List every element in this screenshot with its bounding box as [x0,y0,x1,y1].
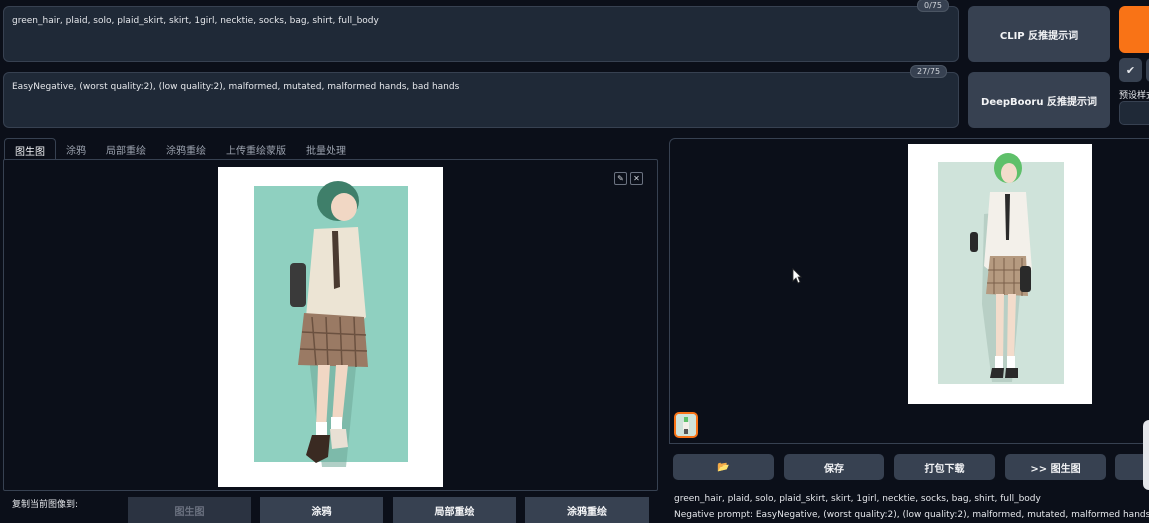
positive-prompt-input[interactable]: green_hair, plaid, solo, plaid_skirt, sk… [3,6,959,62]
tab-inpaint-sketch[interactable]: 涂鸦重绘 [156,138,216,160]
generation-info-prompt: green_hair, plaid, solo, plaid_skirt, sk… [674,494,1041,504]
copy-to-sketch-button[interactable]: 涂鸦 [260,497,383,523]
positive-token-counter: 0/75 [917,0,949,12]
img2img-tabs: 图生图 涂鸦 局部重绘 涂鸦重绘 上传重绘蒙版 批量处理 [4,138,356,160]
tab-img2img[interactable]: 图生图 [4,138,56,160]
output-illustration [938,153,1064,384]
scroll-edge [1143,420,1149,490]
negative-token-counter: 27/75 [910,65,948,78]
generate-button[interactable] [1119,6,1149,53]
positive-prompt-text: green_hair, plaid, solo, plaid_skirt, sk… [12,16,379,26]
mouse-cursor [792,268,802,284]
tab-sketch[interactable]: 涂鸦 [56,138,96,160]
apply-style-button[interactable]: ✔ [1119,58,1142,82]
folder-icon: 📂 [717,461,730,473]
close-icon: ✕ [633,174,640,183]
pencil-icon: ✎ [617,174,624,183]
gallery-thumbnail[interactable] [674,412,698,438]
cursor-icon [792,268,802,284]
styles-select[interactable] [1119,101,1149,125]
deepbooru-interrogate-button[interactable]: DeepBooru 反推提示词 [968,72,1110,128]
edit-image-button[interactable]: ✎ [614,172,627,185]
copy-to-inpaint-button[interactable]: 局部重绘 [393,497,516,523]
check-icon: ✔ [1125,63,1136,77]
copy-to-inpaint-sketch-button[interactable]: 涂鸦重绘 [525,497,649,523]
send-to-img2img-button[interactable]: >> 图生图 [1005,454,1106,480]
tab-inpaint[interactable]: 局部重绘 [96,138,156,160]
input-illustration [254,181,408,467]
negative-prompt-text: EasyNegative, (worst quality:2), (low qu… [12,82,460,92]
copy-to-img2img-button[interactable]: 图生图 [128,497,251,523]
output-image[interactable] [908,144,1092,404]
thumbnail-illustration [676,414,696,436]
clip-interrogate-button[interactable]: CLIP 反推提示词 [968,6,1110,62]
tab-inpaint-upload[interactable]: 上传重绘蒙版 [216,138,296,160]
copy-to-label: 复制当前图像到: [12,500,79,510]
open-folder-button[interactable]: 📂 [673,454,774,480]
clear-image-button[interactable]: ✕ [630,172,643,185]
zip-download-button[interactable]: 打包下载 [894,454,995,480]
tab-batch[interactable]: 批量处理 [296,138,356,160]
save-button[interactable]: 保存 [784,454,884,480]
input-image [218,167,443,487]
negative-prompt-input[interactable]: EasyNegative, (worst quality:2), (low qu… [3,72,959,128]
generation-info-negative: Negative prompt: EasyNegative, (worst qu… [674,510,1149,520]
styles-label: 预设样式 [1119,91,1149,101]
